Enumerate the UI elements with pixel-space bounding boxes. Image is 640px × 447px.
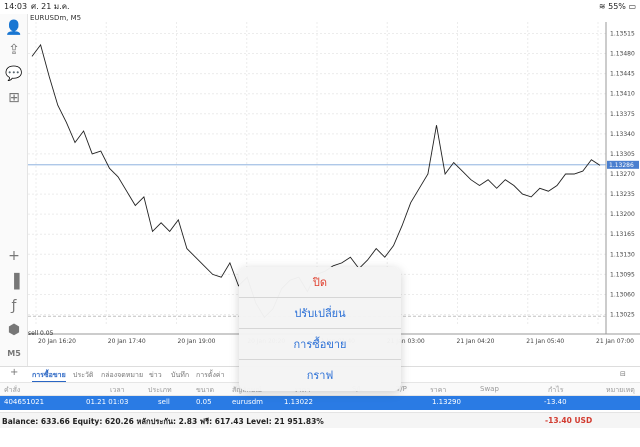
y-tick-label: 1.13235 [610,191,635,198]
cell-open-price: 1.13022 [284,398,313,406]
battery-indicator: ≋ 55% ▭ [599,0,636,14]
x-tick-label: 20 Jan 17:40 [108,338,146,345]
cell-time: 01.21 01:03 [86,398,129,406]
timeframe-label[interactable]: M5 [4,344,24,364]
current-price-text: 1.13286 [609,162,634,169]
menu-item-2[interactable]: การซื้อขาย [239,329,401,360]
y-tick-label: 1.13480 [610,51,635,58]
battery-percent: 55% [608,2,626,11]
order-icon[interactable]: ⇪ [4,40,24,60]
tab-3[interactable]: ข่าว [149,370,162,381]
column-header: ขนาด [196,386,215,394]
tab-5[interactable]: การตั้งค่า [196,370,225,381]
y-tick-label: 1.13165 [610,231,635,238]
x-tick-label: 21 Jan 05:40 [526,338,564,345]
sell-line-label: sell 0.05 [28,330,54,337]
wifi-icon: ≋ [598,2,606,11]
column-header: เวลา [110,386,125,394]
y-tick-label: 1.13410 [610,91,635,98]
column-header: Swap [480,385,499,393]
cell-profit: -13.40 [544,398,567,406]
new-chart-icon[interactable]: ⊞ [4,88,24,108]
column-header: คำสั่ง [4,386,21,394]
y-tick-label: 1.13270 [610,171,635,178]
account-icon[interactable]: 👤 [4,18,24,38]
menu-item-1[interactable]: ปรับเปลี่ยน [239,298,401,329]
y-tick-label: 1.13025 [610,312,635,319]
terminal-settings-icon[interactable]: ⊟ [620,370,626,378]
crosshair-icon[interactable]: + [4,246,24,266]
column-header: หมายเหตุ [606,386,635,394]
left-toolbar: 👤 ⇪ 💬 ⊞ + ▐ ƒ ⬢ M5 [0,14,28,366]
tab-0[interactable]: การซื้อขาย [32,370,66,382]
clock: 14:03 [4,2,28,11]
status-bar: 14:03 ศ. 21 ม.ค. ≋ 55% ▭ [0,0,640,14]
indicator-icon[interactable]: ▐ [4,272,24,292]
y-tick-label: 1.13515 [610,30,635,37]
order-context-menu: ปิด ปรับเปลี่ยน การซื้อขาย กราฟ [239,267,401,391]
y-tick-label: 1.13340 [610,131,635,138]
add-icon[interactable]: + [10,367,18,378]
y-tick-label: 1.13375 [610,111,635,118]
y-tick-label: 1.13095 [610,271,635,278]
cell-type: sell [158,398,170,406]
function-icon[interactable]: ƒ [4,296,24,316]
floating-pl: -13.40 USD [545,416,593,425]
x-tick-label: 21 Jan 07:00 [596,338,634,345]
y-tick-label: 1.13305 [610,151,635,158]
column-header: ราคา [430,386,447,394]
x-tick-label: 21 Jan 04:20 [457,338,495,345]
column-header: ประเภท [148,386,172,394]
column-header: กำไร [548,386,564,394]
cell-symbol: eurusdm [232,398,263,406]
bottom-area [0,428,640,447]
x-tick-label: 20 Jan 19:00 [178,338,216,345]
x-tick-label: 20 Jan 16:20 [38,338,76,345]
chat-icon[interactable]: 💬 [4,64,24,84]
cell-size: 0.05 [196,398,212,406]
balance-bar: Balance: 633.66 Equity: 620.26 หลักประกั… [0,412,640,428]
chart-symbol-label: EURUSDm, M5 [30,14,82,22]
cell-current-price: 1.13290 [432,398,461,406]
status-date: ศ. 21 ม.ค. [31,2,70,11]
objects-icon[interactable]: ⬢ [4,320,24,340]
cell-order: 404651021 [4,398,45,406]
menu-item-0[interactable]: ปิด [239,267,401,298]
y-tick-label: 1.13060 [610,291,635,298]
battery-icon: ▭ [628,2,636,11]
y-tick-label: 1.13200 [610,211,635,218]
balance-text: Balance: 633.66 Equity: 620.26 หลักประกั… [2,417,324,426]
tab-4[interactable]: บันทึก [171,370,189,381]
tab-2[interactable]: กล่องจดหมาย [101,370,143,381]
tab-1[interactable]: ประวัติ [73,370,93,381]
y-tick-label: 1.13445 [610,71,635,78]
menu-item-3[interactable]: กราฟ [239,360,401,391]
y-tick-label: 1.13130 [610,251,635,258]
table-row[interactable]: 404651021 01.21 01:03 sell 0.05 eurusdm … [0,396,640,410]
